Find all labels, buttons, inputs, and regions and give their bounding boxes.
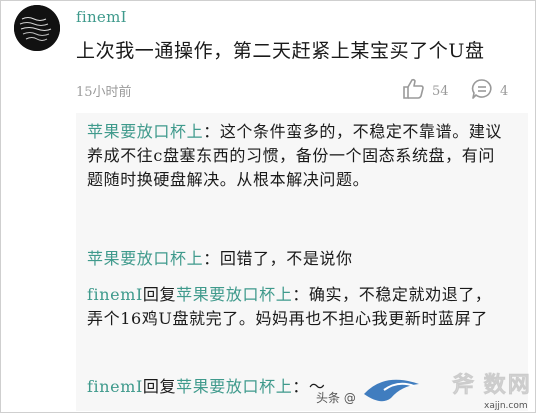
reply-button[interactable]: 4 — [470, 78, 508, 104]
reply-mid: 回复 — [142, 285, 177, 304]
comment-bubble-icon — [470, 78, 494, 104]
thumbs-up-icon — [402, 78, 426, 104]
post-username[interactable]: finemI — [76, 8, 127, 26]
reply-item: finemI回复苹果要放口杯上：确实，不稳定就劝退了，弄个16鸡U盘就完了。妈妈… — [87, 283, 507, 331]
like-count: 54 — [432, 83, 449, 99]
reply-count: 4 — [500, 83, 509, 99]
reply-separator: ： — [203, 249, 220, 268]
reply-text: 回错了，不是说你 — [219, 249, 353, 268]
watermark-logo-text: xajjn.com — [484, 401, 528, 411]
reply-target[interactable]: 苹果要放口杯上 — [176, 377, 292, 396]
user-avatar[interactable] — [14, 5, 60, 51]
reply-separator: ： — [292, 285, 309, 304]
reply-item: 苹果要放口杯上：回错了，不是说你 — [87, 247, 507, 271]
reply-author[interactable]: finemI — [87, 285, 143, 304]
like-button[interactable]: 54 — [402, 78, 449, 104]
reply-separator: ： — [292, 377, 309, 396]
watermark-logo: 斧 数网 xajjn.com — [344, 364, 534, 412]
reply-author[interactable]: 苹果要放口杯上 — [87, 249, 203, 268]
reply-item: 苹果要放口杯上：这个条件蛮多的，不稳定不靠谱。建议养成不往c盘塞东西的习惯，备份… — [87, 120, 507, 192]
reply-target[interactable]: 苹果要放口杯上 — [176, 285, 292, 304]
post-comment-text: 上次我一通操作，第二天赶紧上某宝买了个U盘 — [76, 40, 485, 62]
post-timestamp: 15小时前 — [76, 85, 132, 100]
svg-text:斧 数网: 斧 数网 — [452, 372, 530, 398]
reply-author[interactable]: 苹果要放口杯上 — [87, 122, 203, 141]
reply-mid: 回复 — [142, 377, 177, 396]
reply-separator: ： — [203, 122, 220, 141]
reply-author[interactable]: finemI — [87, 377, 143, 396]
